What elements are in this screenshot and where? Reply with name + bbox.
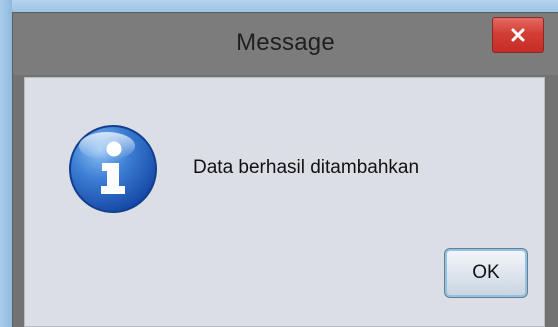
dialog-content: Data berhasil ditambahkan OK (24, 77, 545, 327)
ok-button[interactable]: OK (444, 248, 528, 298)
close-icon (493, 18, 543, 52)
message-dialog: Message Data berhasil ditambahkan OK (12, 12, 558, 327)
dialog-title: Message (236, 29, 335, 56)
close-button[interactable] (492, 17, 544, 53)
message-text: Data berhasil ditambahkan (193, 157, 420, 178)
desktop-background-left (0, 0, 12, 327)
info-icon (65, 122, 161, 216)
title-bar[interactable]: Message (13, 13, 558, 75)
desktop-background-top (0, 0, 558, 12)
